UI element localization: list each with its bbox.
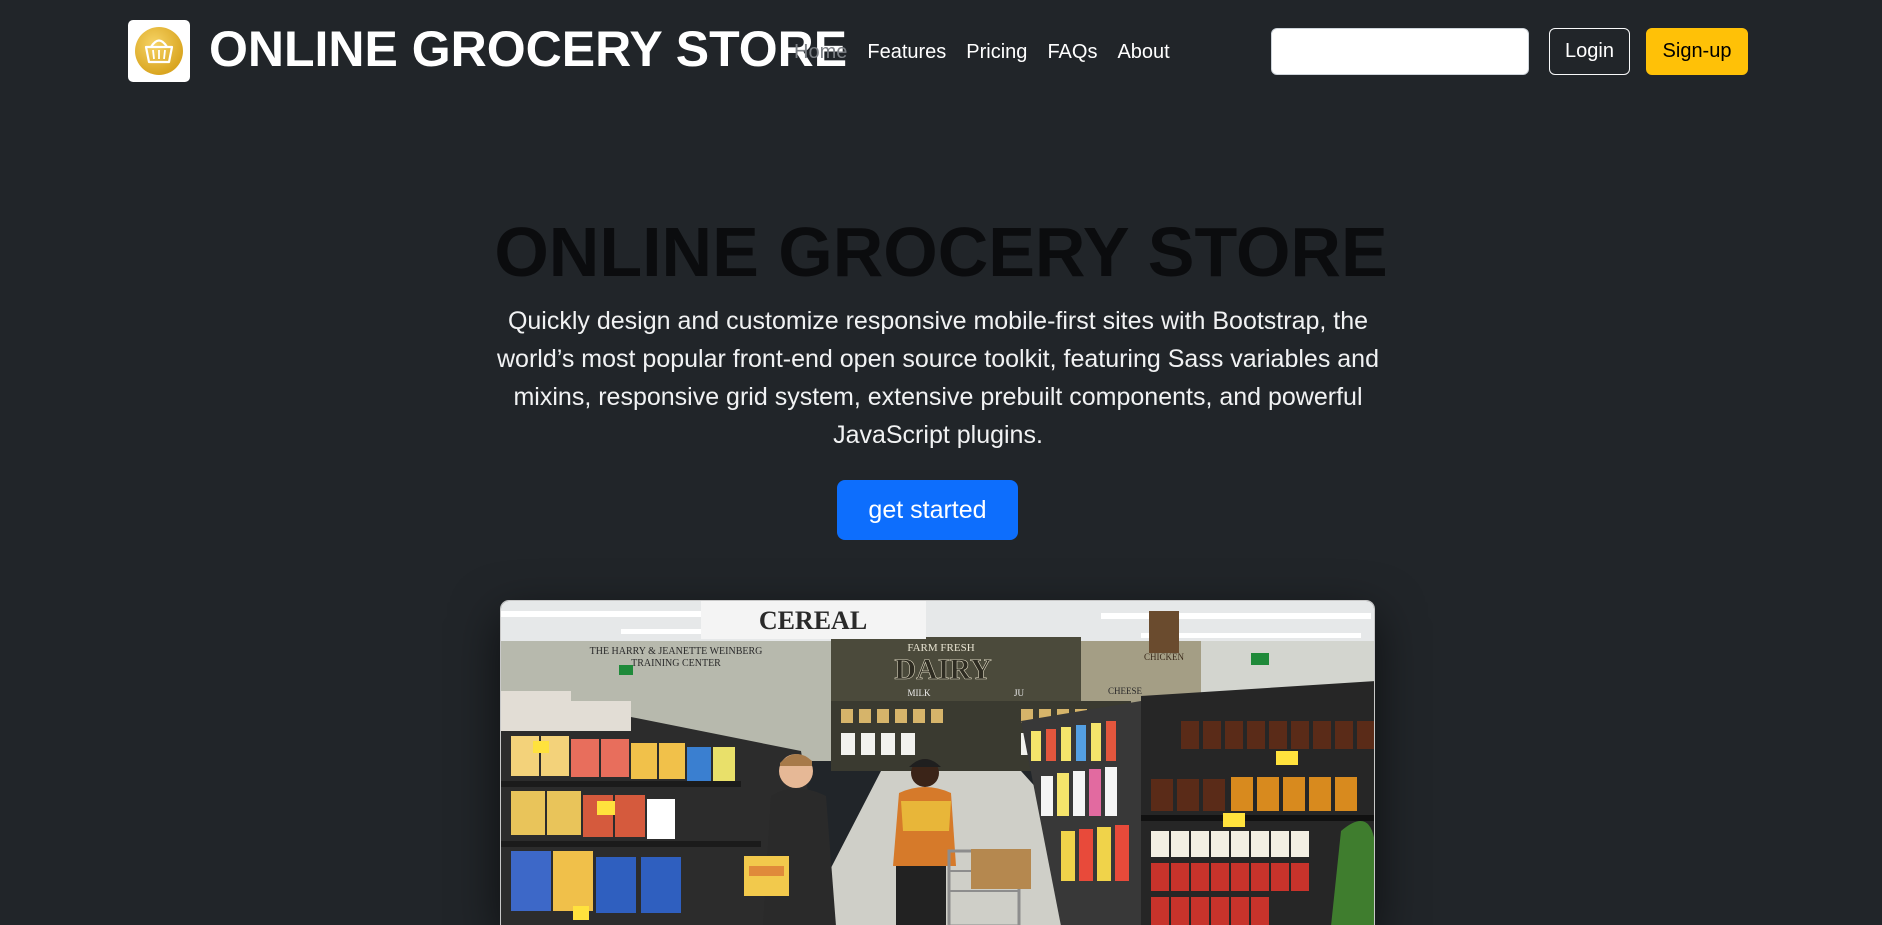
nav-link-pricing[interactable]: Pricing: [966, 32, 1027, 72]
nav-link-home[interactable]: Home: [794, 32, 847, 72]
grocery-aisle-scene: CEREAL THE HARRY & JEANETTE WEINBERG TRA…: [501, 601, 1374, 925]
login-button[interactable]: Login: [1549, 28, 1630, 75]
dairy-sign: DAIRY: [894, 653, 992, 686]
training-center-sign-line1: THE HARRY & JEANETTE WEINBERG: [590, 646, 763, 657]
milk-sign: MILK: [908, 688, 931, 698]
nav-link-features[interactable]: Features: [867, 32, 946, 72]
nav-link-faqs[interactable]: FAQs: [1047, 32, 1097, 72]
cheese-sign: CHEESE: [1108, 686, 1143, 696]
navbar: ONLINE GROCERY STORE Home Features Prici…: [0, 0, 1882, 104]
brand-title[interactable]: ONLINE GROCERY STORE: [209, 16, 847, 82]
hero-title: ONLINE GROCERY STORE: [494, 213, 1388, 291]
nav-links: Home Features Pricing FAQs About: [794, 32, 1190, 72]
training-center-sign-line2: TRAINING CENTER: [631, 658, 721, 669]
logo[interactable]: [128, 20, 190, 82]
nav-link-about[interactable]: About: [1117, 32, 1169, 72]
cereal-sign: CEREAL: [759, 606, 867, 635]
hero-description: Quickly design and customize responsive …: [497, 307, 1379, 449]
get-started-button[interactable]: get started: [837, 480, 1018, 540]
search-input[interactable]: [1271, 28, 1529, 75]
basket-icon: [135, 27, 183, 75]
signup-button[interactable]: Sign-up: [1646, 28, 1748, 75]
grocery-aisle-image: CEREAL THE HARRY & JEANETTE WEINBERG TRA…: [500, 600, 1375, 925]
chicken-sign: CHICKEN: [1144, 652, 1184, 662]
juice-sign: JU: [1014, 688, 1025, 698]
